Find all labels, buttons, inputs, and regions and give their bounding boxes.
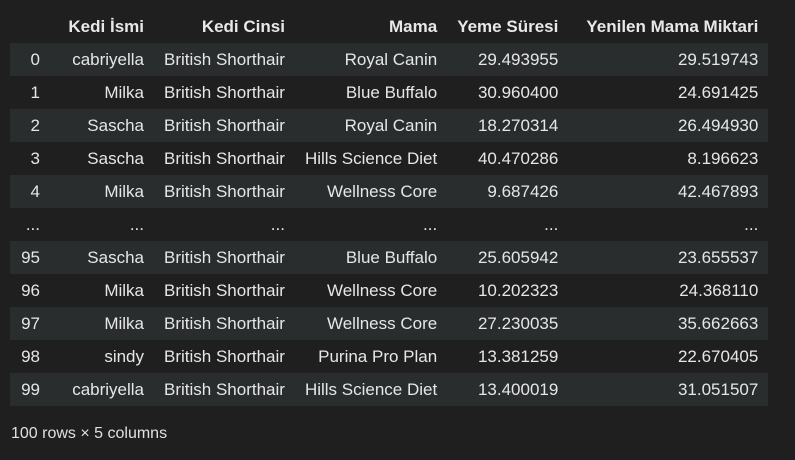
table-cell: British Shorthair	[164, 82, 285, 102]
row-index: ...	[25, 214, 40, 234]
dataframe-shape-info: 100 rows × 5 columns	[11, 425, 168, 442]
row-index: 3	[30, 148, 40, 168]
dataframe-table: Kedi İsmi Kedi Cinsi Mama Yeme Süresi Ye…	[10, 10, 769, 406]
table-cell: 30.960400	[477, 82, 559, 102]
table-cell: Wellness Core	[326, 181, 438, 201]
table-cell: Hills Science Diet	[304, 379, 438, 399]
table-cell: ...	[270, 214, 285, 234]
table-cell: 22.670405	[677, 346, 759, 366]
table-cell: Milka	[104, 280, 144, 300]
column-header: Kedi İsmi	[50, 10, 154, 43]
row-index: 95	[21, 247, 40, 267]
table-cell: 25.605942	[477, 247, 559, 267]
table-cell: ...	[423, 214, 438, 234]
table-row: 96 Milka British Shorthair Wellness Core 10.…	[10, 274, 769, 307]
table-row: 0 cabriyella British Shorthair Royal Canin 2…	[10, 43, 769, 76]
table-cell: 9.687426	[487, 181, 559, 201]
table-cell: Wellness Core	[326, 280, 438, 300]
table-cell: Milka	[104, 82, 144, 102]
table-cell: 27.230035	[477, 313, 559, 333]
row-index: 97	[21, 313, 40, 333]
table-cell: British Shorthair	[164, 181, 285, 201]
table-cell: British Shorthair	[164, 346, 285, 366]
row-index: 98	[21, 346, 40, 366]
table-cell: British Shorthair	[164, 148, 285, 168]
table-cell: cabriyella	[72, 379, 144, 399]
table-cell: 18.270314	[477, 115, 559, 135]
table-row: 2 Sascha British Shorthair Royal Canin 18.27…	[10, 109, 769, 142]
table-cell: ...	[129, 214, 144, 234]
row-index: 96	[21, 280, 40, 300]
table-cell: 10.202323	[477, 280, 559, 300]
table-cell: Sascha	[87, 115, 144, 135]
table-cell: Sascha	[87, 148, 144, 168]
table-cell: Royal Canin	[344, 49, 438, 69]
table-cell: Milka	[104, 181, 144, 201]
table-cell: 42.467893	[677, 181, 759, 201]
table-cell: Milka	[104, 313, 144, 333]
table-row: ..................	[10, 208, 769, 241]
table-cell: British Shorthair	[164, 247, 285, 267]
column-header: Mama	[294, 10, 448, 43]
table-cell: 24.691425	[677, 82, 759, 102]
table-cell: Hills Science Diet	[304, 148, 438, 168]
table-cell: Purina Pro Plan	[318, 346, 438, 366]
table-row: 95 Sascha British Shorthair Blue Buffalo 25.…	[10, 241, 769, 274]
column-header: Kedi Cinsi	[154, 10, 295, 43]
table-row: 4 Milka British Shorthair Wellness Core 9.68…	[10, 175, 769, 208]
table-cell: cabriyella	[72, 49, 144, 69]
table-cell: British Shorthair	[164, 280, 285, 300]
table-cell: ...	[744, 214, 759, 234]
table-cell: ...	[544, 214, 559, 234]
table-cell: 40.470286	[477, 148, 559, 168]
row-index: 0	[30, 49, 40, 69]
table-row: 99 cabriyella British Shorthair Hills Scien…	[10, 373, 769, 406]
table-row: 3 Sascha British Shorthair Hills Science Di…	[10, 142, 769, 175]
table-cell: Royal Canin	[344, 115, 438, 135]
table-cell: Wellness Core	[326, 313, 438, 333]
table-cell: British Shorthair	[164, 49, 285, 69]
table-cell: 31.051507	[677, 379, 759, 399]
table-cell: 29.519743	[677, 49, 759, 69]
table-cell: Sascha	[87, 247, 144, 267]
row-index: 99	[21, 379, 40, 399]
table-cell: sindy	[104, 346, 144, 366]
table-cell: British Shorthair	[164, 115, 285, 135]
table-cell: 13.381259	[477, 346, 559, 366]
table-cell: British Shorthair	[164, 313, 285, 333]
table-cell: British Shorthair	[164, 379, 285, 399]
table-cell: Blue Buffalo	[345, 82, 438, 102]
notebook-output: Kedi İsmi Kedi Cinsi Mama Yeme Süresi Ye…	[10, 10, 769, 406]
table-cell: 26.494930	[677, 115, 759, 135]
table-cell: 29.493955	[477, 49, 559, 69]
table-cell: 35.662663	[677, 313, 759, 333]
row-index: 2	[30, 115, 40, 135]
header-row: Kedi İsmi Kedi Cinsi Mama Yeme Süresi Ye…	[10, 10, 769, 43]
column-header: Yeme Süresi	[447, 10, 569, 43]
index-header	[10, 10, 50, 43]
table-row: 98 sindy British Shorthair Purina Pro Plan 1…	[10, 340, 769, 373]
table-row: 97 Milka British Shorthair Wellness Core 27.…	[10, 307, 769, 340]
row-index: 4	[30, 181, 40, 201]
table-cell: 24.368110	[679, 280, 759, 300]
table-cell: 13.400019	[477, 379, 559, 399]
column-header: Yenilen Mama Miktari	[568, 10, 769, 43]
table-cell: Blue Buffalo	[345, 247, 438, 267]
table-cell: 8.196623	[687, 148, 759, 168]
table-body: 0 cabriyella British Shorthair Royal Canin 2…	[10, 43, 769, 406]
row-index: 1	[30, 82, 40, 102]
table-cell: 23.655537	[677, 247, 759, 267]
table-row: 1 Milka British Shorthair Blue Buffalo 30.96…	[10, 76, 769, 109]
